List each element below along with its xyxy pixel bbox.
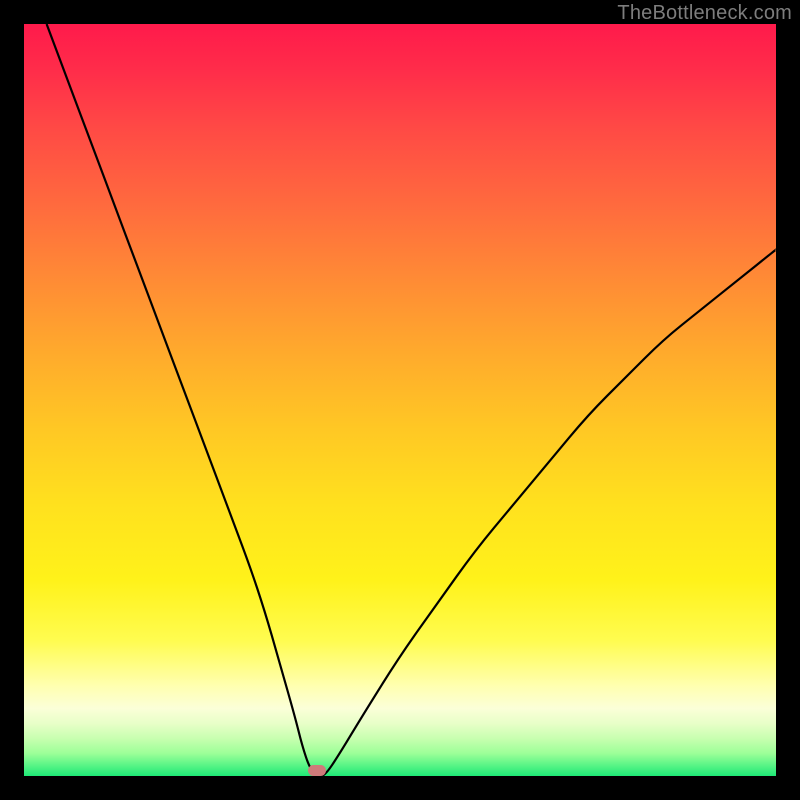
curve-svg: [24, 24, 776, 776]
watermark-text: TheBottleneck.com: [617, 2, 792, 25]
bottleneck-curve-path: [47, 24, 776, 776]
minimum-marker: [308, 765, 326, 776]
chart-frame: TheBottleneck.com: [0, 0, 800, 800]
plot-area: [24, 24, 776, 776]
